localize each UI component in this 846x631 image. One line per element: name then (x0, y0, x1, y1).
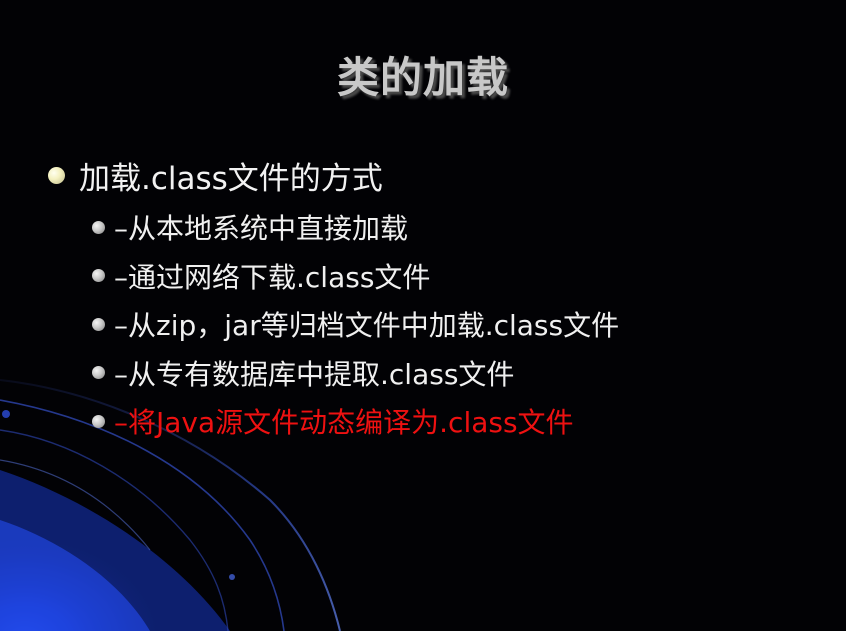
main-bullet-text: 加载.class文件的方式 (79, 160, 383, 197)
sub-bullet-item: –从本地系统中直接加载 (92, 203, 832, 252)
sub-bullet-item-highlighted: –将Java源文件动态编译为.class文件 (92, 397, 832, 446)
small-bullet-icon (92, 414, 105, 428)
sub-bullet-item: –从zip，jar等归档文件中加载.class文件 (92, 300, 832, 349)
small-bullet-icon (92, 220, 105, 234)
round-bullet-icon (48, 166, 65, 184)
sub-bullet-text: –从zip，jar等归档文件中加载.class文件 (114, 309, 620, 343)
sub-bullet-list: –从本地系统中直接加载 –通过网络下载.class文件 –从zip，jar等归档… (92, 203, 832, 446)
sub-bullet-item: –通过网络下载.class文件 (92, 252, 832, 301)
small-bullet-icon (92, 317, 105, 331)
sub-bullet-text: –从专有数据库中提取.class文件 (114, 357, 515, 391)
sub-bullet-text-highlighted: –将Java源文件动态编译为.class文件 (114, 406, 574, 440)
main-bullet-item: 加载.class文件的方式 (48, 151, 383, 199)
sub-bullet-text: –通过网络下载.class文件 (114, 260, 431, 294)
slide-title: 类的加载 (336, 53, 509, 102)
sub-bullet-text: –从本地系统中直接加载 (114, 212, 409, 246)
slide: 类的加载 加载.class文件的方式 –从本地系统中直接加载 –通过网络下载.c… (0, 0, 846, 631)
sub-bullet-item: –从专有数据库中提取.class文件 (92, 349, 832, 398)
small-bullet-icon (92, 269, 105, 283)
small-bullet-icon (92, 366, 105, 380)
